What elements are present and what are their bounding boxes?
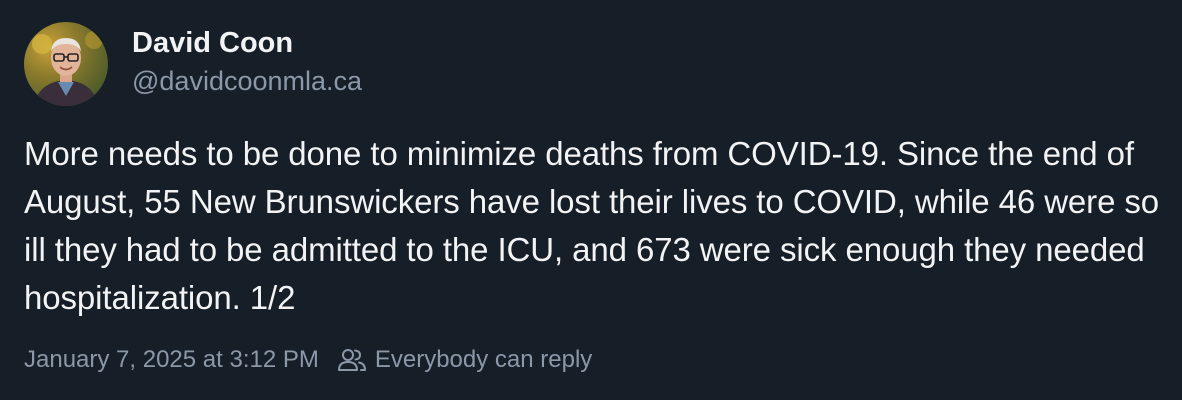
post-card: David Coon @davidcoonmla.ca More needs t… (0, 0, 1182, 400)
post-text: More needs to be done to minimize deaths… (24, 135, 1160, 316)
author-display-name[interactable]: David Coon (132, 25, 362, 61)
post-timestamp[interactable]: January 7, 2025 at 3:12 PM (24, 344, 319, 376)
author-handle[interactable]: @davidcoonmla.ca (132, 63, 362, 99)
post-meta: January 7, 2025 at 3:12 PM Everybody can… (24, 344, 592, 376)
post-header: David Coon @davidcoonmla.ca (24, 22, 1158, 106)
avatar[interactable] (24, 22, 108, 106)
reply-setting: Everybody can reply (337, 344, 592, 376)
profile-photo-icon (24, 22, 108, 106)
author-names: David Coon @davidcoonmla.ca (132, 25, 362, 99)
people-icon (337, 347, 367, 373)
reply-setting-label: Everybody can reply (374, 346, 593, 373)
